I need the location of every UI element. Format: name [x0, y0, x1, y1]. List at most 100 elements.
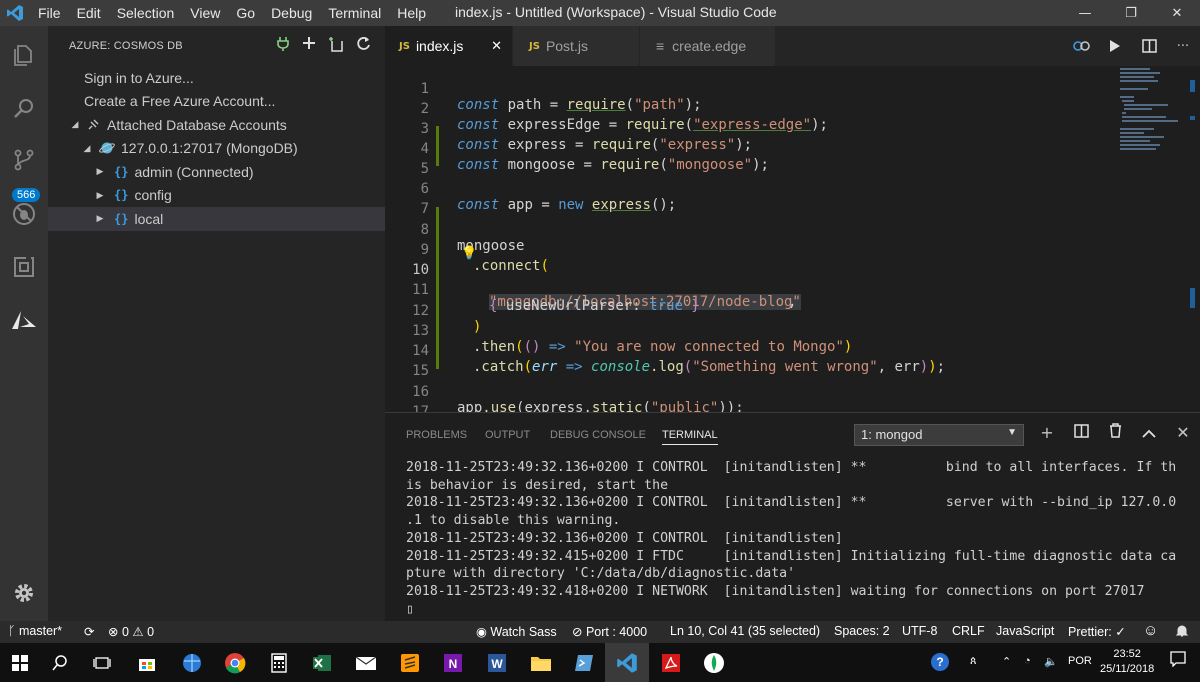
- vscode-taskbar-icon[interactable]: [605, 643, 649, 682]
- explorer-icon[interactable]: [0, 31, 48, 79]
- close-window-icon[interactable]: ✕: [1154, 0, 1200, 26]
- maximize-panel-icon[interactable]: [1132, 423, 1166, 442]
- tab-index-js[interactable]: JS index.js ✕: [385, 26, 512, 66]
- sublime-text-icon[interactable]: [396, 649, 424, 677]
- close-panel-icon[interactable]: ✕: [1166, 423, 1200, 442]
- chevron-right-icon: ▶: [96, 189, 104, 200]
- compare-icon[interactable]: [1064, 39, 1098, 54]
- terminal-output[interactable]: 2018-11-25T23:49:32.136+0200 I CONTROL […: [406, 459, 1191, 618]
- split-terminal-icon[interactable]: [1064, 423, 1098, 442]
- attach-database-icon[interactable]: [328, 36, 344, 55]
- minimize-icon[interactable]: —: [1062, 0, 1108, 26]
- minimap[interactable]: [1120, 66, 1190, 156]
- bottom-panel: PROBLEMS OUTPUT DEBUG CONSOLE TERMINAL 1…: [385, 412, 1200, 621]
- code-line-current: 10 💡 "mongodb://localhost:27017/node-blo…: [412, 246, 801, 310]
- run-icon[interactable]: [1098, 39, 1132, 53]
- menu-edit[interactable]: Edit: [69, 5, 109, 21]
- sidebar: AZURE: COSMOS DB Sign in to Azure... Cre…: [48, 26, 385, 621]
- calculator-icon[interactable]: [265, 649, 293, 677]
- watch-sass[interactable]: ◉ Watch Sass: [476, 624, 557, 639]
- chrome-icon[interactable]: [221, 649, 249, 677]
- tab-terminal[interactable]: TERMINAL: [662, 429, 718, 445]
- extensions-icon[interactable]: [0, 243, 48, 291]
- split-editor-icon[interactable]: [1132, 39, 1166, 53]
- menu-view[interactable]: View: [182, 5, 228, 21]
- search-icon[interactable]: [0, 84, 48, 132]
- menu-go[interactable]: Go: [228, 5, 263, 21]
- word-icon[interactable]: W: [483, 649, 511, 677]
- indentation[interactable]: Spaces: 2: [834, 624, 890, 638]
- taskbar-search-icon[interactable]: [46, 649, 74, 677]
- lightbulb-icon[interactable]: 💡: [461, 246, 477, 261]
- sync-icon[interactable]: ⟳: [84, 624, 94, 639]
- close-tab-icon[interactable]: ✕: [491, 38, 502, 54]
- code-editor[interactable]: 1 const path = require("path"); 2 const …: [385, 66, 1200, 412]
- end-of-line[interactable]: CRLF: [952, 624, 985, 638]
- debug-icon[interactable]: [0, 190, 48, 238]
- tab-debug-console[interactable]: DEBUG CONSOLE: [550, 429, 646, 441]
- sign-in-to-azure[interactable]: Sign in to Azure...: [48, 66, 385, 90]
- clock[interactable]: 23:52 25/11/2018: [1100, 647, 1154, 677]
- mail-icon[interactable]: [352, 649, 380, 677]
- new-terminal-icon[interactable]: +: [1030, 423, 1064, 442]
- store-icon[interactable]: [133, 649, 161, 677]
- onenote-icon[interactable]: N: [439, 649, 467, 677]
- menu-selection[interactable]: Selection: [109, 5, 183, 21]
- tree-item-config[interactable]: ▶ {} config: [48, 184, 385, 208]
- language-mode[interactable]: JavaScript: [996, 624, 1054, 638]
- smiley-feedback-icon[interactable]: ☺: [1143, 622, 1158, 639]
- scrollbar-marker: [1190, 116, 1195, 120]
- gear-icon[interactable]: [0, 569, 48, 617]
- acrobat-icon[interactable]: [657, 649, 685, 677]
- tab-problems[interactable]: PROBLEMS: [406, 429, 467, 441]
- volume-icon[interactable]: 🔈: [1044, 655, 1058, 668]
- menu-terminal[interactable]: Terminal: [320, 5, 389, 21]
- help-tray-icon[interactable]: ?: [930, 652, 950, 675]
- tab-output[interactable]: OUTPUT: [485, 429, 530, 441]
- windows-start-icon[interactable]: [6, 649, 34, 677]
- plug-icon[interactable]: [276, 36, 290, 55]
- cursor-position[interactable]: Ln 10, Col 41 (35 selected): [670, 624, 820, 638]
- code-line: 8 mongoose: [420, 222, 525, 254]
- refresh-icon[interactable]: [356, 36, 371, 55]
- tree-item-attached-database-accounts[interactable]: ◢ Attached Database Accounts: [48, 113, 385, 137]
- tree-item-admin[interactable]: ▶ {} admin (Connected): [48, 160, 385, 184]
- terminal-line: 2018-11-25T23:49:32.418+0200 I NETWORK […: [406, 583, 1145, 599]
- input-language[interactable]: POR: [1068, 655, 1092, 667]
- trash-icon[interactable]: [1098, 423, 1132, 442]
- people-tray-icon[interactable]: ጰ: [970, 655, 977, 668]
- notifications-icon[interactable]: [1170, 651, 1186, 670]
- tree-item-local[interactable]: ▶ {} local: [48, 207, 385, 231]
- browser-app-icon[interactable]: [178, 649, 206, 677]
- tab-post-js[interactable]: JS Post.js: [513, 26, 639, 66]
- wifi-icon[interactable]: ◔: [1024, 655, 1031, 667]
- create-free-azure-account[interactable]: Create a Free Azure Account...: [48, 90, 385, 114]
- excel-icon[interactable]: [308, 649, 336, 677]
- source-control-icon[interactable]: [0, 136, 48, 184]
- terminal-selector[interactable]: 1: mongod ▼: [854, 424, 1024, 446]
- mongodb-compass-icon[interactable]: [700, 649, 728, 677]
- tab-create-edge[interactable]: ≡ create.edge: [640, 26, 775, 66]
- menu-debug[interactable]: Debug: [263, 5, 320, 21]
- task-view-icon[interactable]: [88, 649, 116, 677]
- code-line: 4 const mongoose = require("mongoose");: [420, 141, 769, 173]
- bell-icon[interactable]: [1175, 624, 1189, 641]
- tree-item-mongodb-server[interactable]: ◢ 127.0.0.1:27017 (MongoDB): [48, 137, 385, 161]
- add-icon[interactable]: [302, 36, 316, 55]
- git-branch[interactable]: ᚴ master*: [8, 624, 62, 638]
- restore-icon[interactable]: ❐: [1108, 0, 1154, 26]
- encoding[interactable]: UTF-8: [902, 624, 937, 638]
- code-line: 13 .then(() => "You are now connected to…: [412, 323, 853, 355]
- problems-summary[interactable]: ⊗ 0 ⚠ 0: [108, 624, 154, 639]
- file-explorer-icon[interactable]: [527, 649, 555, 677]
- tray-chevron-up-icon[interactable]: ⌃: [1002, 655, 1011, 668]
- menu-help[interactable]: Help: [389, 5, 434, 21]
- azure-icon[interactable]: [0, 297, 48, 345]
- more-actions-icon[interactable]: ···: [1166, 39, 1200, 54]
- prettier-status[interactable]: Prettier: ✓: [1068, 624, 1126, 639]
- check-icon: ✓: [1111, 625, 1126, 639]
- live-server-port[interactable]: ⊘ Port : 4000: [572, 624, 647, 639]
- menu-file[interactable]: File: [30, 5, 69, 21]
- powershell-icon[interactable]: [570, 649, 598, 677]
- code-line: 17 app.use(expressEdge);: [412, 404, 429, 412]
